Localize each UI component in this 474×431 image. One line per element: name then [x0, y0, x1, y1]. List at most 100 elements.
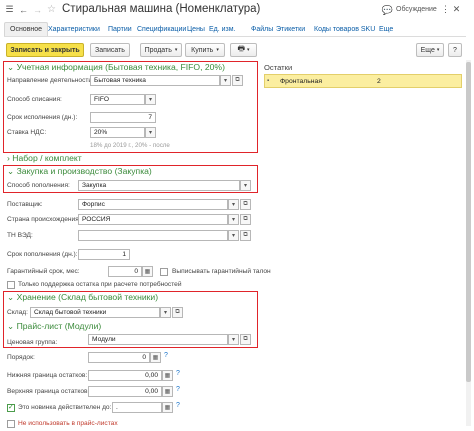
forward-arrow-icon[interactable]: → [32, 4, 43, 15]
tab-characteristics[interactable]: Характеристики [48, 26, 100, 33]
direction-label: Направление деятельности: [7, 77, 94, 84]
warranty-coupon-checkbox[interactable] [160, 268, 168, 276]
menu-icon[interactable]: ☰ [4, 4, 15, 15]
scrollbar-thumb[interactable] [466, 62, 471, 382]
writeoff-select[interactable]: FIFO [90, 94, 145, 105]
dropdown-button-icon[interactable]: ▾ [160, 307, 171, 318]
warranty-coupon-label: Выписывать гарантийный талон [172, 268, 271, 275]
tab-batches[interactable]: Партии [108, 26, 132, 33]
open-link-icon[interactable]: ⧉ [172, 307, 183, 318]
exclude-pricelist-label: Не использовать в прайс-листах [18, 420, 118, 427]
valid-help-icon[interactable]: ? [176, 402, 180, 409]
tab-sku-codes[interactable]: Коды товаров SKU [314, 26, 375, 33]
dropdown-button-icon[interactable]: ▾ [228, 199, 239, 210]
vat-hint: 18% до 2019 г., 20% - после [90, 142, 170, 149]
tnved-label: ТН ВЭД: [7, 232, 33, 239]
tab-units[interactable]: Ед. изм. [209, 26, 236, 33]
only-balance-checkbox[interactable] [7, 281, 15, 289]
save-button[interactable]: Записать [90, 43, 130, 57]
open-link-icon[interactable]: ⧉ [240, 214, 251, 225]
calendar-icon[interactable]: ▦ [150, 352, 161, 363]
dropdown-button-icon[interactable]: ▾ [228, 230, 239, 241]
new-item-checkbox[interactable]: ✓ [7, 404, 15, 412]
new-item-label: Это новинка [18, 404, 57, 411]
tab-prices[interactable]: Цены [187, 26, 205, 33]
chat-icon[interactable]: 💬 [382, 5, 393, 16]
calendar-icon[interactable]: ▦ [162, 402, 173, 413]
help-button[interactable]: ? [448, 43, 462, 57]
stock-row[interactable]: ▪ Фронтальная 2 [264, 74, 462, 88]
warehouse-field[interactable]: Склад бытовой техники [30, 307, 160, 318]
more-vertical-icon[interactable]: ⋮ [440, 4, 451, 15]
chevron-down-icon: ⌄ [7, 166, 15, 176]
only-balance-label: Только поддержка остатка при расчете пот… [18, 281, 182, 288]
window-title: Стиральная машина (Номенклатура) [62, 3, 261, 15]
term-label: Срок исполнения (дн.): [7, 114, 78, 121]
more-actions-button[interactable]: Еще ▾ [416, 43, 444, 57]
order-label: Порядок: [7, 354, 35, 361]
close-icon[interactable]: ✕ [451, 4, 462, 15]
storage-section-header[interactable]: ⌄ Хранение (Склад бытовой техники) [7, 292, 158, 303]
country-field[interactable]: РОССИЯ [78, 214, 228, 225]
open-link-icon[interactable]: ⧉ [232, 75, 243, 86]
price-group-field[interactable]: Модули [88, 334, 228, 345]
chevron-down-icon[interactable]: ▾ [240, 180, 251, 191]
replenish-term-input[interactable]: 1 [78, 249, 130, 260]
lower-help-icon[interactable]: ? [176, 370, 180, 377]
kit-section-header[interactable]: › Набор / комплект [7, 153, 82, 163]
exclude-pricelist-checkbox[interactable] [7, 420, 15, 428]
tab-main[interactable]: Основное [4, 22, 49, 36]
vat-select[interactable]: 20% [90, 127, 145, 138]
star-icon[interactable]: ☆ [46, 4, 57, 15]
pricelist-section-title: Прайс-лист (Модули) [16, 321, 102, 331]
calendar-icon[interactable]: ▦ [142, 266, 153, 277]
calendar-icon[interactable]: ▦ [162, 370, 173, 381]
save-and-close-button[interactable]: Записать и закрыть [6, 43, 84, 57]
chevron-down-icon: ⌄ [7, 321, 15, 331]
upper-bound-input[interactable]: 0,00 [88, 386, 162, 397]
checkmark-icon: ✓ [8, 404, 14, 411]
chevron-down-icon[interactable]: ▾ [145, 127, 156, 138]
sell-label: Продать [144, 46, 172, 54]
warranty-label: Гарантийный срок, мес: [7, 268, 80, 275]
discussion-link[interactable]: Обсуждение [396, 6, 437, 13]
expand-icon[interactable]: ▪ [267, 78, 269, 84]
supplier-field[interactable]: Форпис [78, 199, 228, 210]
chevron-right-icon: › [7, 153, 10, 163]
tnved-field[interactable] [78, 230, 228, 241]
order-help-icon[interactable]: ? [164, 352, 168, 359]
calendar-icon[interactable]: ▦ [162, 386, 173, 397]
tab-divider [4, 36, 466, 37]
open-link-icon[interactable]: ⧉ [240, 230, 251, 241]
tab-more[interactable]: Еще [379, 26, 393, 33]
lower-bound-label: Нижняя граница остатков: [7, 372, 88, 379]
purchase-section-header[interactable]: ⌄ Закупка и производство (Закупка) [7, 166, 152, 177]
accounting-section-header[interactable]: ⌄ Учетная информация (Бытовая техника, F… [7, 62, 225, 73]
back-arrow-icon[interactable]: ← [18, 4, 29, 15]
replenish-select[interactable]: Закупка [78, 180, 240, 191]
valid-until-input[interactable]: . [112, 402, 162, 413]
tab-labels[interactable]: Этикетки [276, 26, 305, 33]
warranty-input[interactable]: 0 [108, 266, 142, 277]
tab-files[interactable]: Файлы [251, 26, 273, 33]
upper-help-icon[interactable]: ? [176, 386, 180, 393]
dropdown-button-icon[interactable]: ▾ [228, 214, 239, 225]
dropdown-button-icon[interactable]: ▾ [220, 75, 231, 86]
order-input[interactable]: 0 [88, 352, 150, 363]
chevron-down-icon: ▾ [247, 47, 250, 53]
print-dropdown-button[interactable]: 🖶 ▾ [230, 43, 257, 57]
accounting-section-title: Учетная информация (Бытовая техника, FIF… [16, 62, 225, 72]
pricelist-section-header[interactable]: ⌄ Прайс-лист (Модули) [7, 321, 101, 332]
open-link-icon[interactable]: ⧉ [240, 334, 251, 345]
chevron-down-icon: ⌄ [7, 292, 15, 302]
tab-specifications[interactable]: Спецификации [137, 26, 186, 33]
term-input[interactable]: 7 [90, 112, 156, 123]
lower-bound-input[interactable]: 0,00 [88, 370, 162, 381]
open-link-icon[interactable]: ⧉ [240, 199, 251, 210]
dropdown-button-icon[interactable]: ▾ [228, 334, 239, 345]
chevron-down-icon[interactable]: ▾ [145, 94, 156, 105]
chevron-down-icon: ▾ [216, 47, 219, 53]
buy-dropdown-button[interactable]: Купить ▾ [185, 43, 225, 57]
sell-dropdown-button[interactable]: Продать ▾ [140, 43, 182, 57]
direction-field[interactable]: Бытовая техника [90, 75, 220, 86]
